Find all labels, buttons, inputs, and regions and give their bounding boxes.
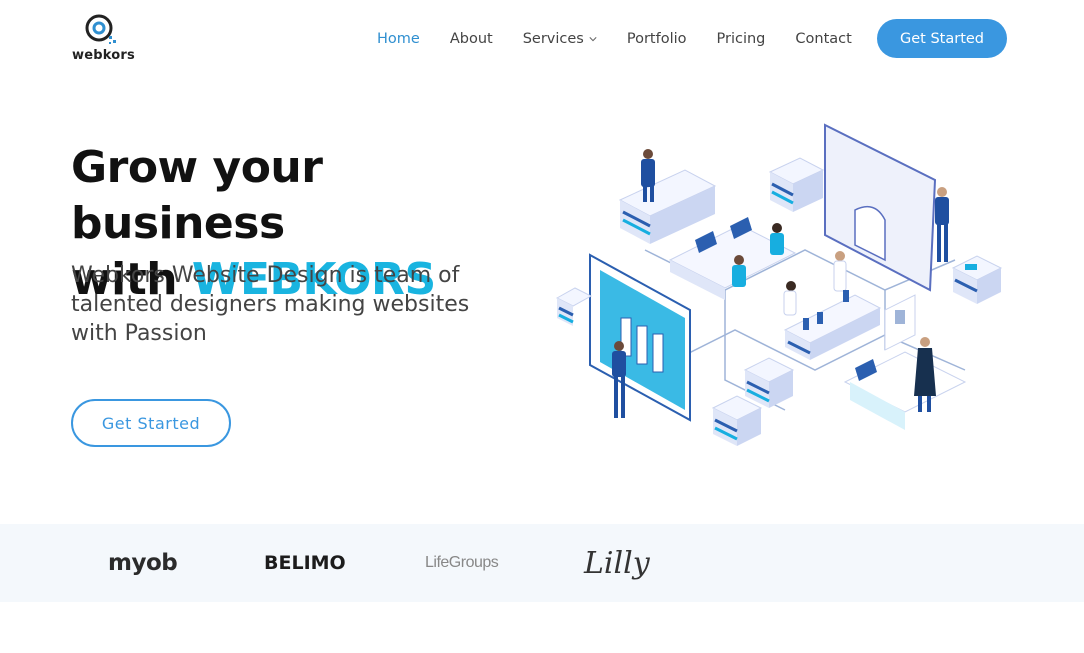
get-started-button-hero[interactable]: Get Started xyxy=(71,399,231,447)
client-logos-strip: myob BELIMO LifeGroups Lilly xyxy=(0,524,1084,602)
nav-services-label: Services xyxy=(522,31,584,47)
client-logo-lifegroups: LifeGroups xyxy=(425,554,499,571)
logo[interactable]: webkors xyxy=(72,14,135,64)
client-logo-myob: myob xyxy=(108,550,178,576)
get-started-button-header[interactable]: Get Started xyxy=(877,19,1007,58)
nav-about[interactable]: About xyxy=(450,31,493,47)
main-nav: Home About Services Portfolio Pricing Co… xyxy=(377,28,882,50)
nav-home[interactable]: Home xyxy=(377,31,420,47)
logo-text: webkors xyxy=(72,48,135,63)
site-header: webkors Home About Services Portfolio Pr… xyxy=(0,0,1084,80)
hero-title-line1: Grow your business xyxy=(71,142,323,249)
chevron-down-icon xyxy=(589,37,597,42)
at-sign-icon xyxy=(85,14,116,44)
nav-contact[interactable]: Contact xyxy=(795,31,851,47)
nav-services[interactable]: Services xyxy=(523,31,597,47)
client-logo-belimo: BELIMO xyxy=(264,552,346,574)
isometric-office-team-illustration xyxy=(555,123,1003,446)
client-logo-lilly: Lilly xyxy=(584,545,650,581)
nav-portfolio[interactable]: Portfolio xyxy=(627,31,687,47)
hero-subtitle: Webkors Website Design is team of talent… xyxy=(71,263,470,346)
nav-pricing[interactable]: Pricing xyxy=(717,31,766,47)
